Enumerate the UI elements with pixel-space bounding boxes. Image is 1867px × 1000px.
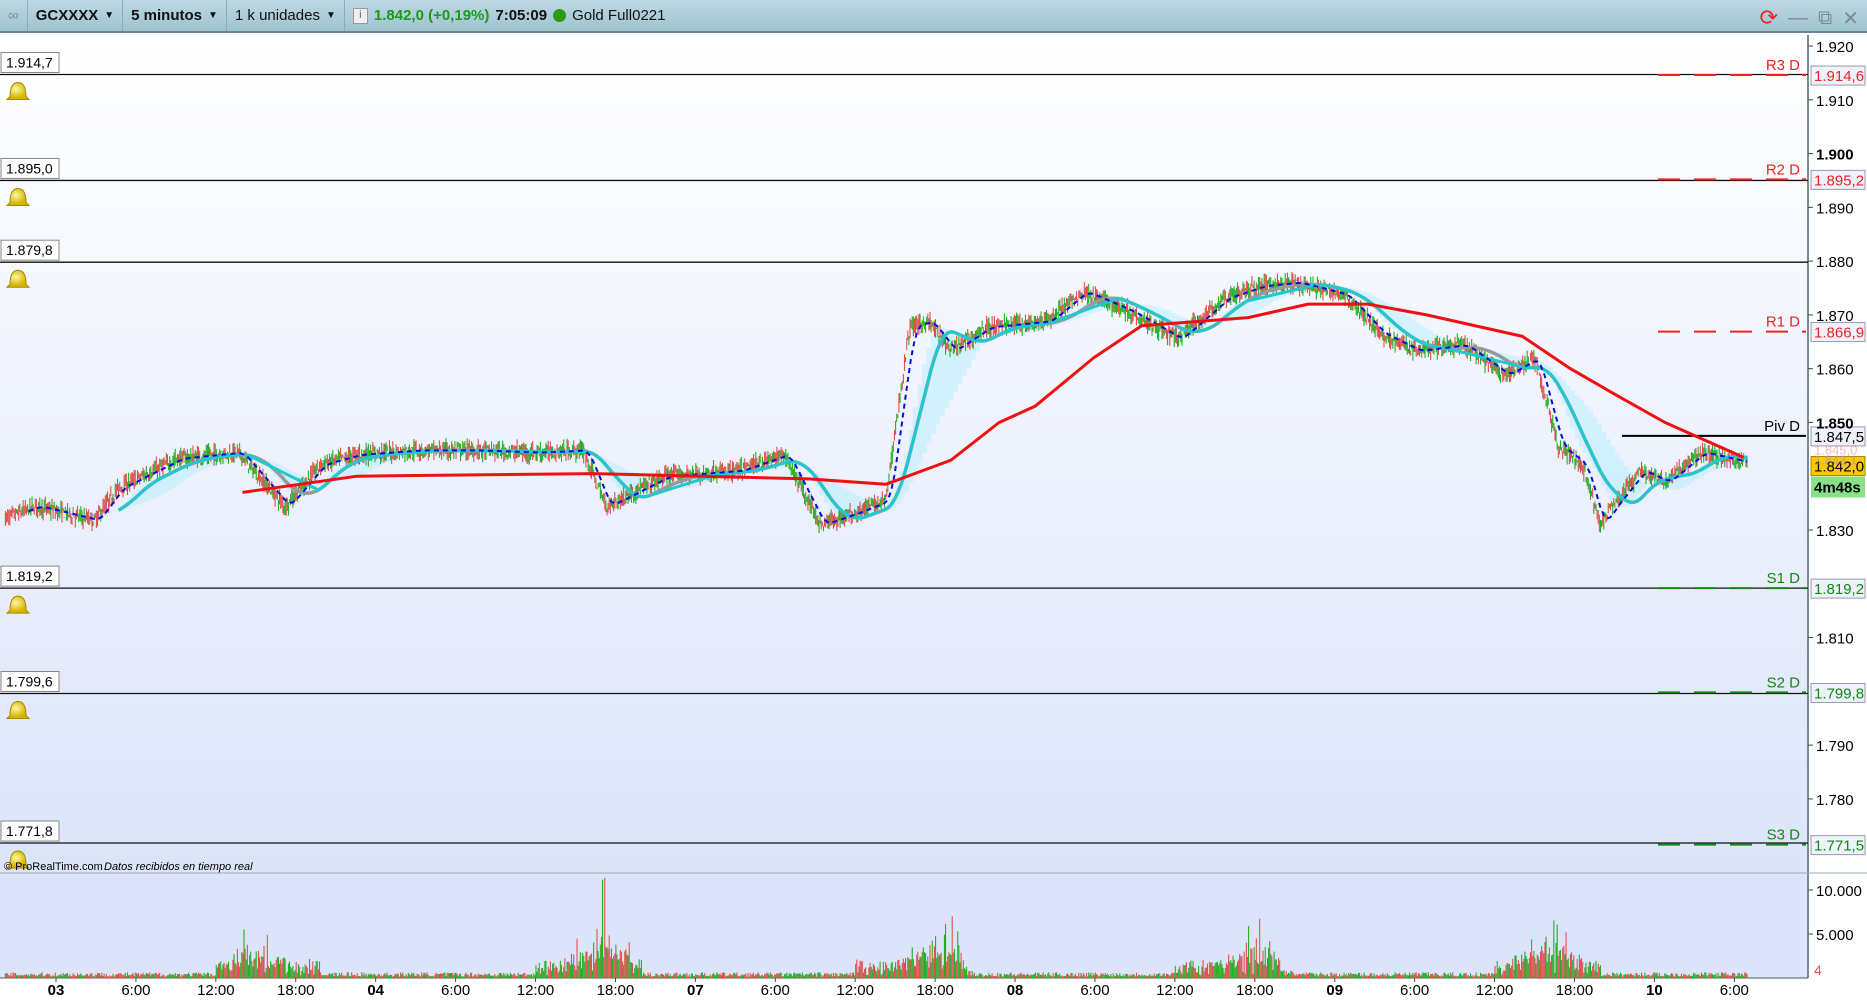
y-tick-label: 1.880 xyxy=(1816,254,1854,271)
x-tick-label: 08 xyxy=(1007,982,1024,999)
level-label: 1.895,0 xyxy=(6,160,53,176)
vol-last: 4 xyxy=(1814,962,1822,978)
x-tick-label: 12:00 xyxy=(517,982,555,999)
pivot-name: S3 D xyxy=(1767,827,1801,844)
symbol-selector[interactable]: GCXXXX ▼ xyxy=(28,0,124,31)
pivot-name: R3 D xyxy=(1766,57,1800,74)
y-tick-label: 1.910 xyxy=(1816,93,1854,110)
pivot-name: S1 D xyxy=(1767,570,1801,587)
clock-time: 7:05:09 xyxy=(495,7,548,24)
y-tick-label: 1.790 xyxy=(1816,738,1854,755)
data-status-text: Datos recibidos en tiempo real xyxy=(104,861,253,873)
timeframe-label: 5 minutos xyxy=(131,7,202,24)
countdown: 4m48s xyxy=(1814,479,1861,496)
x-tick-label: 04 xyxy=(367,982,384,999)
link-icon[interactable]: ∞ xyxy=(0,0,28,31)
y-tick-label: 1.850 xyxy=(1816,415,1854,432)
symbol-label: GCXXXX xyxy=(35,7,99,24)
chevron-down-icon: ▼ xyxy=(207,10,218,21)
pivot-value: 1.866,9 xyxy=(1814,325,1864,342)
close-icon[interactable]: ✕ xyxy=(1842,6,1859,31)
pivot-value: 1.799,8 xyxy=(1814,685,1864,702)
price-pane xyxy=(0,35,1808,873)
level-label: 1.879,8 xyxy=(6,242,53,258)
x-tick-label: 12:00 xyxy=(1476,982,1514,999)
y-tick-label: 1.870 xyxy=(1816,308,1854,325)
y-tick-label: 1.900 xyxy=(1816,147,1854,164)
units-label: 1 k unidades xyxy=(234,7,320,24)
y-tick-label: 1.830 xyxy=(1816,523,1854,540)
pivot-value: 1.819,2 xyxy=(1814,581,1864,598)
pivot-value: 1.771,5 xyxy=(1814,838,1864,855)
copyright-text: © ProRealTime.com xyxy=(4,861,103,873)
level-label: 1.771,8 xyxy=(6,823,53,839)
instrument-name: Gold Full0221 xyxy=(572,7,666,24)
x-tick-label: 18:00 xyxy=(916,982,954,999)
x-tick-label: 6:00 xyxy=(441,982,470,999)
x-tick-label: 6:00 xyxy=(1080,982,1109,999)
level-label: 1.799,6 xyxy=(6,674,53,690)
x-tick-label: 12:00 xyxy=(836,982,874,999)
x-tick-label: 12:00 xyxy=(197,982,235,999)
y-tick-label: 1.890 xyxy=(1816,200,1854,217)
y-tick-label: 1.860 xyxy=(1816,362,1854,379)
timeframe-selector[interactable]: 5 minutos ▼ xyxy=(123,0,227,31)
x-tick-label: 07 xyxy=(687,982,704,999)
x-tick-label: 10 xyxy=(1646,982,1663,999)
units-selector[interactable]: 1 k unidades ▼ xyxy=(227,0,345,31)
level-label: 1.914,7 xyxy=(6,55,53,71)
x-tick-label: 18:00 xyxy=(597,982,635,999)
refresh-icon[interactable]: ⟳ xyxy=(1760,5,1778,31)
pivot-value: 1.895,2 xyxy=(1814,172,1864,189)
x-tick-label: 09 xyxy=(1326,982,1343,999)
pivot-value: 1.914,6 xyxy=(1814,68,1864,85)
chevron-down-icon: ▼ xyxy=(325,10,336,21)
vol-tick-label: 10.000 xyxy=(1816,883,1862,900)
y-tick-label: 1.810 xyxy=(1816,631,1854,648)
pivot-name: R2 D xyxy=(1766,161,1800,178)
x-tick-label: 6:00 xyxy=(761,982,790,999)
x-tick-label: 18:00 xyxy=(277,982,315,999)
x-tick-label: 03 xyxy=(48,982,65,999)
y-tick-label: 1.920 xyxy=(1816,39,1854,56)
x-tick-label: 6:00 xyxy=(1400,982,1429,999)
price-change: 1.842,0 (+0,19%) xyxy=(373,7,490,24)
y-tick-label: 1.780 xyxy=(1816,792,1854,809)
level-label: 1.819,2 xyxy=(6,568,53,584)
minimize-icon[interactable]: — xyxy=(1788,7,1808,30)
x-tick-label: 6:00 xyxy=(121,982,150,999)
price-chart[interactable]: 1.914,7 1.895,0 1.879,8 1.819,2 1.799,6 1.771… xyxy=(0,35,1867,1000)
pivot-name: R1 D xyxy=(1766,314,1800,331)
toolbar: ∞ GCXXXX ▼ 5 minutos ▼ 1 k unidades ▼ i 1.8… xyxy=(0,0,1867,33)
restore-icon[interactable]: ⧉ xyxy=(1818,7,1832,30)
pivot-name: S2 D xyxy=(1767,674,1801,691)
x-tick-label: 12:00 xyxy=(1156,982,1194,999)
vol-tick-label: 5.000 xyxy=(1816,927,1854,944)
x-tick-label: 18:00 xyxy=(1556,982,1594,999)
status-dot-icon xyxy=(553,9,567,22)
x-tick-label: 6:00 xyxy=(1720,982,1749,999)
info-icon[interactable]: i xyxy=(352,7,368,24)
pivot-name: Piv D xyxy=(1764,418,1800,435)
hidden-label: 1.843,1 xyxy=(1814,453,1857,468)
x-tick-label: 18:00 xyxy=(1236,982,1274,999)
chevron-down-icon: ▼ xyxy=(104,10,115,21)
